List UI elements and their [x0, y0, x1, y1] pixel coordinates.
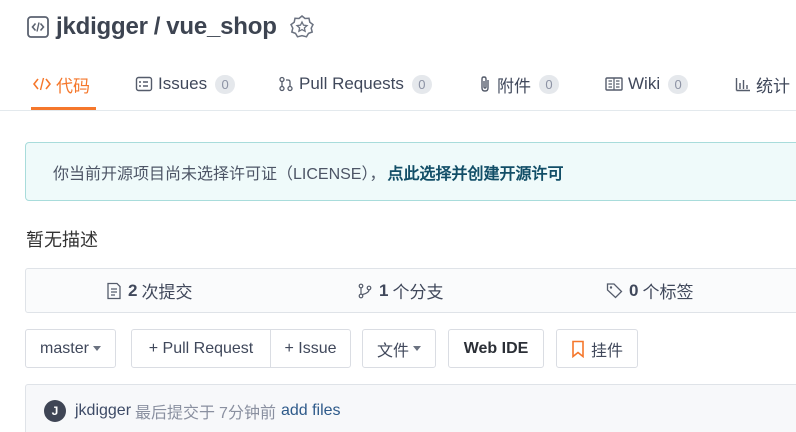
files-dropdown-label: 文件	[376, 342, 409, 360]
attachments-count-badge: 0	[539, 74, 559, 94]
issues-icon	[135, 76, 153, 92]
active-tab-underline	[31, 107, 96, 110]
tags-label: 个标签	[642, 283, 694, 302]
tags-stat[interactable]: 0 个标签	[606, 269, 693, 312]
files-dropdown[interactable]: 文件	[362, 329, 436, 368]
branch-select[interactable]: master	[25, 329, 116, 368]
create-license-link[interactable]: 点此选择并创建开源许可	[387, 160, 563, 184]
tab-wiki-label: Wiki	[628, 74, 661, 93]
wiki-count-badge: 0	[668, 74, 689, 94]
branch-icon	[357, 283, 373, 299]
repo-description: 暂无描述	[26, 230, 98, 250]
commits-stat[interactable]: 2 次提交	[106, 269, 192, 312]
tab-attachments-label: 附件	[497, 76, 531, 96]
pull-requests-count-badge: 0	[411, 74, 432, 94]
last-commit-info: J jkdigger 最后提交于 7分钟前 add files	[44, 399, 341, 423]
recommend-badge-icon[interactable]	[289, 14, 315, 40]
tab-pull-requests-label: Pull Requests	[299, 74, 404, 93]
tab-statistics-label: 统计	[756, 76, 790, 96]
tab-wiki[interactable]: Wiki 0	[605, 58, 689, 110]
repo-tabs: 代码 Issues 0 Pull Requests 0 附件 0 Wiki 0	[0, 58, 796, 111]
repo-header: jkdigger / vue_shop	[26, 10, 315, 44]
commit-time: 7分钟前	[219, 405, 276, 422]
paperclip-icon	[478, 75, 492, 93]
commit-author-link[interactable]: jkdigger	[75, 402, 131, 420]
new-pull-request-button[interactable]: + Pull Request	[132, 330, 270, 367]
plugins-label: 挂件	[590, 342, 623, 360]
last-commit-bar: J jkdigger 最后提交于 7分钟前 add files	[25, 384, 796, 432]
chevron-down-icon	[413, 346, 421, 351]
branches-count: 1	[379, 280, 389, 300]
branch-select-label: master	[40, 339, 89, 357]
tags-count: 0	[629, 280, 639, 300]
code-icon	[33, 76, 51, 92]
branches-stat[interactable]: 1 个分支	[357, 269, 443, 312]
chevron-down-icon	[92, 346, 101, 351]
avatar[interactable]: J	[44, 400, 66, 422]
create-button-group: + Pull Request + Issue	[131, 329, 351, 368]
repo-title: jkdigger / vue_shop	[56, 13, 277, 41]
license-notice-text: 你当前开源项目尚未选择许可证（LICENSE），	[53, 165, 386, 183]
repo-name-link[interactable]: vue_shop	[166, 13, 277, 40]
tab-issues-label: Issues	[158, 74, 208, 93]
new-issue-button[interactable]: + Issue	[270, 330, 350, 367]
commit-message-link[interactable]: add files	[281, 402, 341, 420]
tag-icon	[606, 282, 623, 299]
tab-issues[interactable]: Issues 0	[135, 58, 236, 110]
web-ide-button[interactable]: Web IDE	[448, 329, 544, 368]
pull-request-icon	[278, 76, 294, 92]
license-notice: 你当前开源项目尚未选择许可证（LICENSE）， 点此选择并创建开源许可	[25, 142, 796, 201]
repo-owner-link[interactable]: jkdigger	[56, 13, 148, 40]
commits-label: 次提交	[141, 283, 193, 302]
commits-count: 2	[128, 280, 138, 300]
commit-file-icon	[106, 282, 122, 300]
tab-code-label: 代码	[56, 76, 90, 96]
tab-statistics[interactable]: 统计	[735, 58, 790, 110]
branches-label: 个分支	[392, 283, 444, 302]
commit-prefix-text: 最后提交于	[135, 405, 216, 422]
repo-stats-bar: 2 次提交 1 个分支 0 个标签	[25, 268, 796, 313]
issues-count-badge: 0	[215, 74, 236, 94]
plugins-button[interactable]: 挂件	[556, 329, 638, 368]
tab-pull-requests[interactable]: Pull Requests 0	[278, 58, 432, 110]
tab-code[interactable]: 代码	[31, 58, 96, 110]
bookmark-icon	[571, 340, 585, 358]
tab-attachments[interactable]: 附件 0	[478, 58, 559, 110]
book-icon	[605, 76, 623, 92]
repo-code-icon	[26, 15, 50, 39]
bar-chart-icon	[735, 76, 751, 92]
repo-separator: /	[153, 13, 161, 40]
